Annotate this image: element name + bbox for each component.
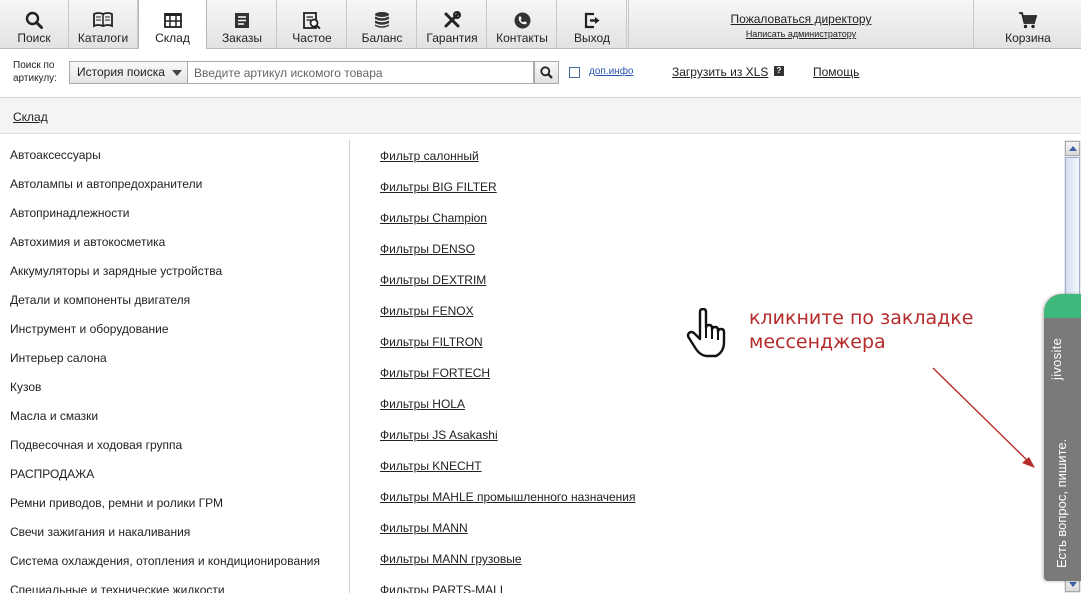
top-navigation: Поиск Каталоги Склад Заказы Частое Балан…	[0, 0, 1081, 49]
article-search-input[interactable]	[188, 61, 534, 84]
annotation-line2: мессенджера	[749, 331, 886, 353]
orders-icon	[208, 11, 276, 29]
list-item[interactable]: Фильтры JS Asakashi	[380, 428, 498, 442]
list-item[interactable]: Фильтры KNECHT	[380, 459, 482, 473]
jivosite-message: Есть вопрос, пишите.	[1054, 438, 1069, 568]
search-label-line1: Поиск по	[13, 60, 55, 71]
search-history-label: История поиска	[77, 65, 165, 79]
write-admin-link[interactable]: Написать администратору	[629, 29, 973, 39]
pointing-hand-icon	[686, 307, 730, 361]
nav-label: Поиск	[17, 31, 51, 45]
nav-search[interactable]: Поиск	[0, 0, 69, 48]
scrollbar-thumb[interactable]	[1065, 157, 1080, 297]
dop-info-link[interactable]: доп.инфо	[589, 66, 634, 77]
breadcrumb: Склад	[0, 98, 1081, 134]
search-history-dropdown[interactable]: История поиска	[69, 61, 188, 84]
category-item[interactable]: Свечи зажигания и накаливания	[10, 525, 190, 539]
category-item[interactable]: Автохимия и автокосметика	[10, 235, 165, 249]
exit-icon	[558, 11, 626, 29]
frequent-icon	[278, 11, 346, 29]
breadcrumb-warehouse[interactable]: Склад	[13, 110, 48, 124]
nav-label: Баланс	[361, 31, 403, 45]
nav-label: Каталоги	[77, 31, 129, 45]
category-item[interactable]: Ремни приводов, ремни и ролики ГРМ	[10, 496, 223, 510]
nav-warehouse[interactable]: Склад	[138, 0, 207, 49]
scroll-up-arrow-icon[interactable]	[1065, 141, 1080, 156]
search-label-line2: артикулу:	[13, 73, 57, 84]
nav-label: Заказы	[221, 31, 263, 45]
director-links: Пожаловаться директору Написать админист…	[628, 0, 974, 48]
cart-label: Корзина	[1005, 31, 1051, 45]
search-icon	[0, 11, 68, 29]
search-label: Поиск по артикулу:	[13, 59, 57, 85]
nav-label: Выход	[574, 31, 610, 45]
question-icon[interactable]: ?	[774, 66, 784, 76]
nav-warranty[interactable]: Гарантия	[418, 0, 487, 48]
list-item[interactable]: Фильтры FORTECH	[380, 366, 490, 380]
nav-frequent[interactable]: Частое	[278, 0, 347, 48]
dop-info-checkbox[interactable]	[569, 67, 580, 78]
category-item[interactable]: Специальные и технические жидкости	[10, 583, 225, 593]
help-link[interactable]: Помощь	[813, 65, 859, 79]
list-item[interactable]: Фильтры PARTS-MALL	[380, 583, 507, 593]
nav-label: Контакты	[496, 31, 548, 45]
category-item[interactable]: Кузов	[10, 380, 41, 394]
upload-xls-link[interactable]: Загрузить из XLS	[672, 65, 768, 79]
warehouse-icon	[139, 11, 206, 29]
list-item[interactable]: Фильтры MAHLE промышленного назначения	[380, 490, 635, 504]
category-item[interactable]: Аккумуляторы и зарядные устройства	[10, 264, 222, 278]
category-item[interactable]: РАСПРОДАЖА	[10, 467, 94, 481]
nav-balance[interactable]: Баланс	[348, 0, 417, 48]
category-item[interactable]: Масла и смазки	[10, 409, 98, 423]
list-item[interactable]: Фильтры FILTRON	[380, 335, 483, 349]
search-submit-button[interactable]	[534, 61, 559, 84]
nav-label: Частое	[292, 31, 332, 45]
list-item[interactable]: Фильтр салонный	[380, 149, 479, 163]
tools-icon	[418, 11, 486, 29]
jivosite-brand: jivosite	[1049, 337, 1064, 380]
cart-button[interactable]: Корзина	[975, 0, 1081, 48]
nav-exit[interactable]: Выход	[558, 0, 627, 48]
category-item[interactable]: Система охлаждения, отопления и кондицио…	[10, 554, 320, 568]
jivosite-status-cap	[1044, 294, 1081, 318]
category-item[interactable]: Интерьер салона	[10, 351, 107, 365]
category-item[interactable]: Инструмент и оборудование	[10, 322, 169, 336]
instruction-annotation: кликните по закладке мессенджера	[749, 306, 973, 354]
list-item[interactable]: Фильтры FENOX	[380, 304, 474, 318]
phone-icon	[488, 11, 556, 29]
cart-icon	[975, 11, 1081, 29]
book-icon	[69, 11, 137, 29]
nav-contacts[interactable]: Контакты	[488, 0, 557, 48]
list-item[interactable]: Фильтры BIG FILTER	[380, 180, 497, 194]
nav-label: Склад	[155, 31, 190, 45]
category-list: Автоаксессуары Автолампы и автопредохран…	[0, 134, 349, 593]
category-item[interactable]: Автоаксессуары	[10, 148, 101, 162]
list-item[interactable]: Фильтры MANN	[380, 521, 468, 535]
category-item[interactable]: Подвесочная и ходовая группа	[10, 438, 182, 452]
annotation-line1: кликните по закладке	[749, 307, 974, 329]
search-icon	[540, 66, 553, 79]
category-item[interactable]: Автопринадлежности	[10, 206, 129, 220]
caret-down-icon	[172, 70, 182, 76]
coins-icon	[348, 11, 416, 29]
nav-label: Гарантия	[426, 31, 478, 45]
list-item[interactable]: Фильтры MANN грузовые	[380, 552, 522, 566]
category-item[interactable]: Детали и компоненты двигателя	[10, 293, 190, 307]
jivosite-messenger-tab[interactable]: jivosite Есть вопрос, пишите.	[1044, 294, 1081, 581]
annotation-arrow-icon	[925, 362, 1045, 477]
list-item[interactable]: Фильтры DENSO	[380, 242, 475, 256]
list-item[interactable]: Фильтры Champion	[380, 211, 487, 225]
category-item[interactable]: Автолампы и автопредохранители	[10, 177, 202, 191]
nav-catalogs[interactable]: Каталоги	[69, 0, 138, 48]
list-item[interactable]: Фильтры HOLA	[380, 397, 465, 411]
search-bar: Поиск по артикулу: История поиска доп.ин…	[0, 49, 1081, 98]
list-item[interactable]: Фильтры DEXTRIM	[380, 273, 486, 287]
complain-director-link[interactable]: Пожаловаться директору	[629, 12, 973, 26]
nav-orders[interactable]: Заказы	[208, 0, 277, 48]
